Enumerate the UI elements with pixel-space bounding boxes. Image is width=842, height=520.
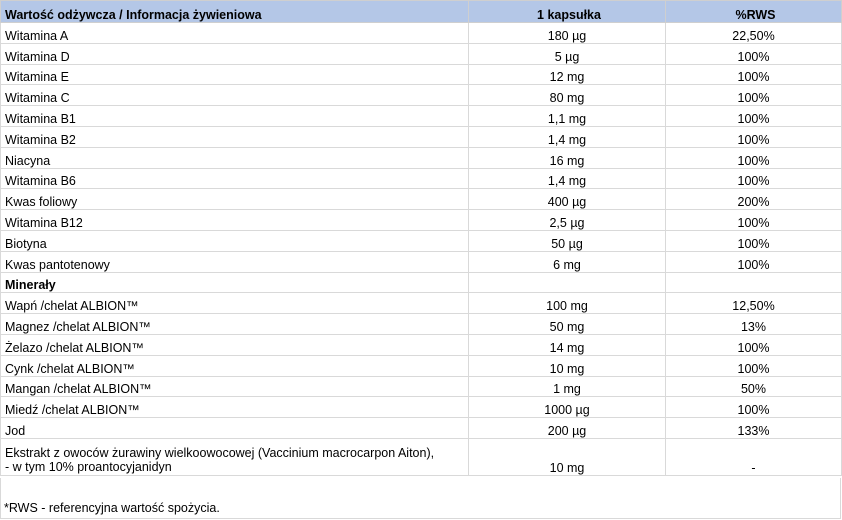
section-row-minerals: Minerały bbox=[0, 271, 842, 294]
table-row: Żelazo /chelat ALBION™ 14 mg 100% bbox=[0, 333, 842, 356]
table-row: Kwas foliowy 400 µg 200% bbox=[0, 188, 842, 211]
table-row: Witamina D5 µg 100% bbox=[0, 42, 842, 65]
nutrient-amount: 1,1 mg bbox=[468, 105, 666, 127]
header-name: Wartość odżywcza / Informacja żywieniowa bbox=[0, 0, 469, 23]
extract-amount: 10 mg bbox=[468, 437, 666, 476]
table-row: Witamina B1 1,1 mg 100% bbox=[0, 105, 842, 127]
nutrient-name: Cynk /chelat ALBION™ bbox=[0, 354, 469, 377]
nutrient-amount: 400 µg bbox=[468, 188, 666, 211]
nutrient-amount: 50 µg bbox=[468, 229, 666, 252]
nutrient-amount: 1000 µg bbox=[468, 396, 666, 419]
table-row: Mangan /chelat ALBION™ 1 mg 50% bbox=[0, 375, 842, 398]
nutrient-rws: 100% bbox=[665, 146, 842, 169]
nutrient-rws: 13% bbox=[665, 313, 842, 335]
nutrient-name: Witamina B12 bbox=[0, 209, 469, 231]
section-title: Minerały bbox=[0, 271, 469, 294]
table-row: Kwas pantotenowy 6 mg 100% bbox=[0, 250, 842, 273]
nutrient-amount: 5 µg bbox=[468, 42, 666, 65]
table-row: Miedź /chelat ALBION™ 1000 µg 100% bbox=[0, 396, 842, 419]
nutrient-amount: 6 mg bbox=[468, 250, 666, 273]
nutrient-rws: 100% bbox=[665, 42, 842, 65]
nutrient-amount: 200 µg bbox=[468, 417, 666, 439]
nutrient-name: Kwas foliowy bbox=[0, 188, 469, 211]
nutrient-rws: 100% bbox=[665, 333, 842, 356]
nutrient-name: Witamina B2 bbox=[0, 125, 469, 148]
nutrient-name: Witamina B6 bbox=[0, 167, 469, 190]
empty-cell bbox=[665, 271, 842, 294]
nutrient-rws: 12,50% bbox=[665, 292, 842, 315]
nutrient-rws: 100% bbox=[665, 229, 842, 252]
nutrient-rws: 100% bbox=[665, 125, 842, 148]
table-row: Cynk /chelat ALBION™ 10 mg 100% bbox=[0, 354, 842, 377]
table-row: Magnez /chelat ALBION™ 50 mg 13% bbox=[0, 313, 842, 335]
nutrient-amount: 12 mg bbox=[468, 63, 666, 86]
nutrient-rws: 22,50% bbox=[665, 22, 842, 44]
nutrient-amount: 10 mg bbox=[468, 354, 666, 377]
footnote: *RWS - referencyjna wartość spożycia. bbox=[4, 501, 220, 515]
nutrient-rws: 200% bbox=[665, 188, 842, 211]
table-row: Wapń /chelat ALBION™ 100 mg 12,50% bbox=[0, 292, 842, 315]
nutrient-amount: 2,5 µg bbox=[468, 209, 666, 231]
nutrient-amount: 14 mg bbox=[468, 333, 666, 356]
table-row: Witamina C 80 mg 100% bbox=[0, 84, 842, 107]
nutrient-amount: 1,4 mg bbox=[468, 167, 666, 190]
nutrient-amount: 1,4 mg bbox=[468, 125, 666, 148]
table-row: Witamina B6 1,4 mg 100% bbox=[0, 167, 842, 190]
nutrient-amount: 1 mg bbox=[468, 375, 666, 398]
extract-name-line2: - w tym 10% proantocyjanidyn bbox=[5, 459, 172, 474]
extract-name-line1: Ekstrakt z owoców żurawiny wielkoowocowe… bbox=[5, 445, 435, 460]
empty-cell bbox=[468, 271, 666, 294]
table-row: Witamina B12 2,5 µg 100% bbox=[0, 209, 842, 231]
nutrient-amount: 80 mg bbox=[468, 84, 666, 107]
nutrient-name: Witamina D bbox=[0, 42, 469, 65]
nutrient-rws: 100% bbox=[665, 84, 842, 107]
table-row: Witamina A 180 µg 22,50% bbox=[0, 22, 842, 44]
nutrient-name: Magnez /chelat ALBION™ bbox=[0, 313, 469, 335]
nutrient-name: Biotyna bbox=[0, 229, 469, 252]
table-header-row: Wartość odżywcza / Informacja żywieniowa… bbox=[0, 0, 842, 23]
nutrient-amount: 16 mg bbox=[468, 146, 666, 169]
nutrient-name: Witamina C bbox=[0, 84, 469, 107]
table-row: Witamina B2 1,4 mg 100% bbox=[0, 125, 842, 148]
header-amount: 1 kapsułka bbox=[468, 0, 666, 23]
table-row: Witamina E 12 mg 100% bbox=[0, 63, 842, 86]
nutrient-name: Mangan /chelat ALBION™ bbox=[0, 375, 469, 398]
nutrient-name: Kwas pantotenowy bbox=[0, 250, 469, 273]
nutrient-rws: 100% bbox=[665, 354, 842, 377]
table-body: Witamina A 180 µg 22,50% Witamina D5 µg 100… bbox=[0, 22, 842, 476]
nutrient-rws: 100% bbox=[665, 396, 842, 419]
extract-name: Ekstrakt z owoców żurawiny wielkoowocowe… bbox=[0, 437, 469, 476]
nutrient-amount: 180 µg bbox=[468, 22, 666, 44]
nutrient-rws: 100% bbox=[665, 63, 842, 86]
nutrient-name: Jod bbox=[0, 417, 469, 439]
table-row: Biotyna 50 µg 100% bbox=[0, 229, 842, 252]
table-row: Jod 200 µg 133% bbox=[0, 417, 842, 439]
header-rws: %RWS bbox=[665, 0, 842, 23]
nutrient-name: Witamina B1 bbox=[0, 105, 469, 127]
extract-row: Ekstrakt z owoców żurawiny wielkoowocowe… bbox=[0, 437, 842, 476]
extract-rws: - bbox=[665, 437, 842, 476]
nutrient-rws: 100% bbox=[665, 167, 842, 190]
nutrient-name: Niacyna bbox=[0, 146, 469, 169]
nutrient-rws: 100% bbox=[665, 209, 842, 231]
nutrient-name: Witamina A bbox=[0, 22, 469, 44]
nutrient-name: Żelazo /chelat ALBION™ bbox=[0, 333, 469, 356]
nutrient-name: Wapń /chelat ALBION™ bbox=[0, 292, 469, 315]
nutrient-rws: 50% bbox=[665, 375, 842, 398]
nutrition-table: Wartość odżywcza / Informacja żywieniowa… bbox=[0, 0, 842, 476]
table-row: Niacyna 16 mg 100% bbox=[0, 146, 842, 169]
nutrient-amount: 50 mg bbox=[468, 313, 666, 335]
nutrient-name: Witamina E bbox=[0, 63, 469, 86]
nutrient-amount: 100 mg bbox=[468, 292, 666, 315]
nutrient-rws: 100% bbox=[665, 105, 842, 127]
nutrient-rws: 133% bbox=[665, 417, 842, 439]
nutrient-name: Miedź /chelat ALBION™ bbox=[0, 396, 469, 419]
nutrient-rws: 100% bbox=[665, 250, 842, 273]
